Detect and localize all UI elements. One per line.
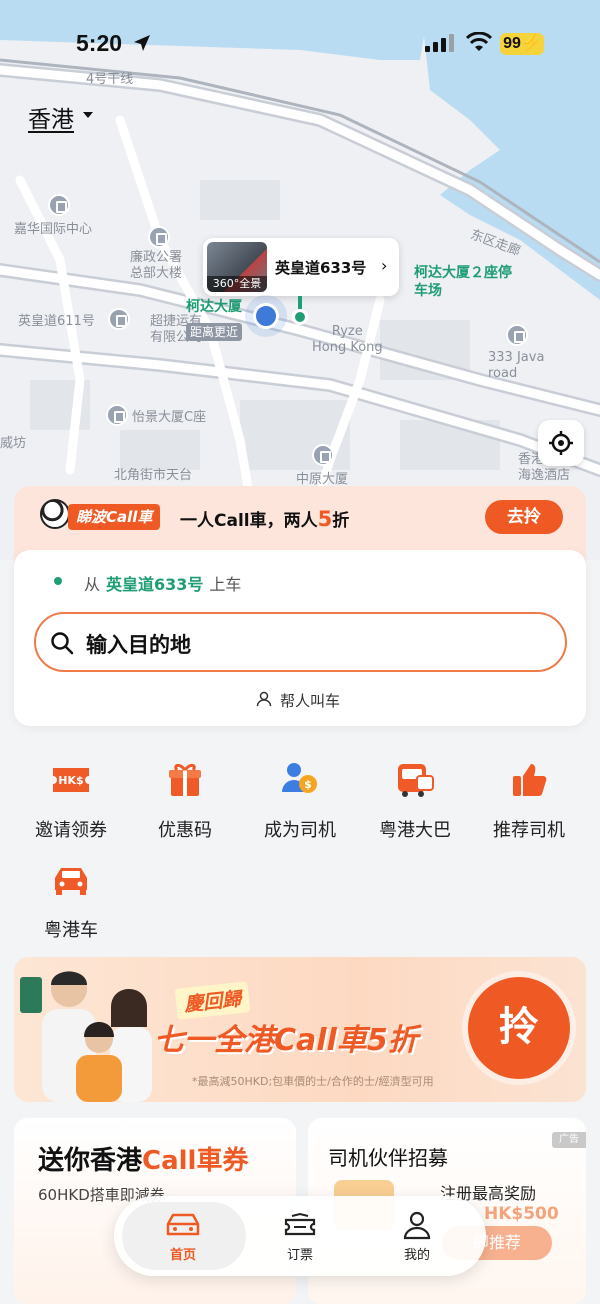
- tab-home-label: 首页: [169, 1248, 196, 1263]
- tab-tickets-label: 订票: [286, 1248, 313, 1263]
- shortcut-label: 成为司机: [264, 820, 336, 841]
- wifi-icon: [466, 32, 492, 51]
- current-location-icon: [253, 303, 279, 329]
- shortcut-invite-coupon[interactable]: HK$ 邀请领券: [16, 760, 126, 850]
- map-label-poi: 北角街市天台: [114, 468, 193, 483]
- profile-icon: [403, 1211, 431, 1240]
- map-label-poi: 英皇道611号: [18, 314, 95, 329]
- promo-text: 一人Call車，两人5折: [180, 507, 350, 531]
- booking-card: 从英皇道633号 上车 输入目的地 帮人叫车: [14, 550, 586, 726]
- cellular-signal-icon: [425, 34, 454, 52]
- poi-building-icon[interactable]: [106, 404, 128, 426]
- search-icon: [51, 632, 74, 655]
- chevron-right-icon: ›: [381, 256, 388, 275]
- street-view-label: 360°全景: [207, 276, 267, 292]
- tab-mine[interactable]: 我的: [362, 1204, 472, 1268]
- shortcut-label: 粤港车: [44, 920, 98, 941]
- shortcut-gba-car[interactable]: 粤港车: [16, 860, 126, 950]
- map-label-poi: 廉政公署 总部大楼: [130, 250, 183, 281]
- call-for-others-button[interactable]: 帮人叫车: [280, 690, 340, 711]
- crosshair-icon: [549, 431, 573, 455]
- shortcut-gba-bus[interactable]: 粤港大巴: [360, 760, 470, 850]
- pickup-pin-dot: [292, 309, 308, 325]
- status-time: 5:20: [76, 30, 123, 56]
- map-label-poi: 柯达大厦２座停 车场: [414, 265, 512, 299]
- tab-tickets[interactable]: 订票: [245, 1204, 355, 1268]
- locate-me-button[interactable]: [538, 420, 584, 466]
- map-label-poi: 嘉华国际中心: [14, 222, 93, 237]
- street-view-thumbnail[interactable]: 360°全景: [207, 242, 267, 292]
- battery-indicator: 99⚡: [500, 33, 544, 55]
- gift-icon: [169, 763, 201, 796]
- coupon-hkd-icon: HK$: [53, 768, 89, 792]
- svg-text:$: $: [304, 778, 312, 791]
- driver-earn-icon: $: [282, 763, 317, 793]
- map-label-poi: 柯达大厦: [186, 299, 242, 315]
- pickup-point-card[interactable]: 360°全景 英皇道633号 ›: [203, 238, 399, 296]
- nearer-tag: 距离更近: [186, 323, 243, 341]
- shortcut-label: 粤港大巴: [379, 820, 451, 841]
- promo-banner[interactable]: 慶回歸 七一全港Call車5折 *最高減50HKD;包車價的士/合作的士/經濟型…: [14, 957, 586, 1102]
- claim-promo-button[interactable]: 去拎: [485, 500, 563, 534]
- map-label-poi: 中原大厦: [296, 472, 349, 487]
- tab-mine-label: 我的: [403, 1248, 430, 1263]
- pickup-row[interactable]: 从英皇道633号 上车: [84, 571, 241, 595]
- poi-building-icon[interactable]: [148, 226, 170, 248]
- map-label-poi: 333 Java road: [488, 350, 545, 381]
- recruit-card-title: 司机伙伴招募: [328, 1146, 448, 1170]
- football-icon: [40, 499, 70, 529]
- bus-icon: [398, 764, 434, 797]
- car-home-icon: [166, 1213, 200, 1236]
- svg-text:HK$: HK$: [58, 774, 83, 787]
- shortcut-label: 邀请领券: [35, 820, 107, 841]
- map-view[interactable]: 4号干线 东区走廊 嘉华国际中心 廉政公署 总部大楼 英皇道611号 超捷运有 …: [0, 0, 600, 560]
- coupon-card-title: 送你香港Call車券: [38, 1146, 249, 1176]
- poi-building-icon[interactable]: [108, 308, 130, 330]
- banner-title: 七一全港Call車5折: [154, 1023, 418, 1058]
- map-label-poi: 威坊: [0, 436, 27, 451]
- recruit-reward-amount: HK$500: [484, 1204, 559, 1224]
- poi-building-icon[interactable]: [48, 194, 70, 216]
- map-label-poi: Ryze Hong Kong: [312, 324, 383, 355]
- location-arrow-icon: [134, 35, 150, 51]
- car-icon: [55, 868, 87, 895]
- tab-home[interactable]: 首页: [128, 1204, 238, 1268]
- shortcut-label: 优惠码: [158, 820, 212, 841]
- status-bar: 5:20 99⚡: [0, 0, 600, 90]
- pickup-dot-icon: [54, 577, 62, 585]
- banner-fine-print: *最高減50HKD;包車價的士/合作的士/經濟型可用: [192, 1075, 434, 1088]
- thumbs-up-icon: [513, 764, 547, 796]
- poi-building-icon[interactable]: [506, 324, 528, 346]
- ad-badge: 广告: [552, 1132, 586, 1148]
- shortcut-promo-code[interactable]: 优惠码: [130, 760, 240, 850]
- ticket-icon: [284, 1212, 316, 1236]
- person-icon: [256, 691, 272, 707]
- bottom-tab-bar: 首页 订票 我的: [114, 1196, 486, 1276]
- shortcut-recommend-driver[interactable]: 推荐司机: [474, 760, 584, 850]
- pickup-name: 英皇道633号: [275, 259, 367, 277]
- destination-input[interactable]: 输入目的地: [34, 612, 567, 672]
- destination-placeholder: 输入目的地: [86, 633, 191, 657]
- poi-building-icon[interactable]: [312, 444, 334, 466]
- shortcut-label: 推荐司机: [493, 820, 565, 841]
- city-dropdown-icon[interactable]: [83, 112, 93, 118]
- promo-badge: 睇波Call車: [68, 504, 161, 530]
- banner-tag: 慶回歸: [174, 981, 251, 1020]
- map-label-poi: 怡景大厦C座: [132, 410, 207, 425]
- city-selector[interactable]: 香港: [28, 100, 74, 134]
- banner-claim-button[interactable]: 拎: [468, 977, 570, 1079]
- shortcut-become-driver[interactable]: $ 成为司机: [245, 760, 355, 850]
